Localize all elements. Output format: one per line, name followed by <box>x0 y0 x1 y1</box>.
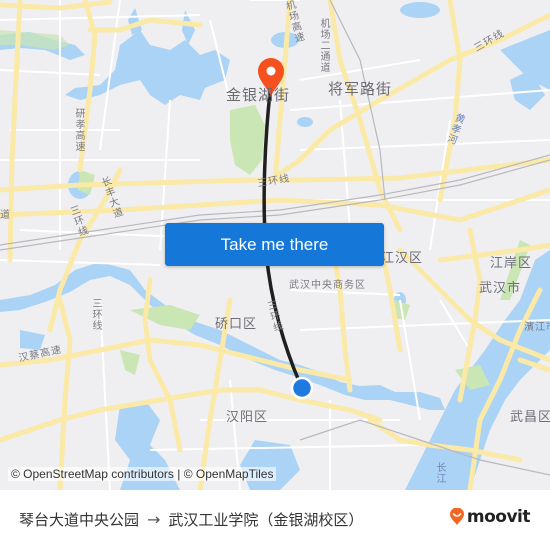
label-yanxiao-gaosu: 研孝高速 <box>73 108 84 152</box>
label-sanhuanxian-sw: 三环线 <box>90 298 101 331</box>
destination-name: 武汉工业学院（金银湖校区） <box>168 511 364 529</box>
moovit-logo[interactable]: moovit <box>449 507 531 527</box>
label-dao: 道 <box>0 210 11 221</box>
footer: 琴台大道中央公园 → 武汉工业学院（金银湖校区） moovit <box>0 490 550 550</box>
label-jichang-ertongdao: 机场二通道 <box>318 18 329 73</box>
take-me-there-button[interactable]: Take me there <box>165 223 384 266</box>
label-jinyinhu-jie: 金银湖街 <box>226 86 291 104</box>
label-wuhan-cbd: 武汉中央商务区 <box>289 280 366 291</box>
route-summary: 琴台大道中央公园 → 武汉工业学院（金银湖校区） <box>19 509 363 530</box>
map-attribution[interactable]: © OpenStreetMap contributors | © OpenMap… <box>8 467 277 481</box>
label-jiangan-qu: 江岸区 <box>490 256 533 271</box>
label-hanyang-qu: 汉阳区 <box>226 410 269 425</box>
origin-name: 琴台大道中央公园 <box>19 511 140 529</box>
label-wuhan-shi: 武汉市 <box>479 281 522 296</box>
label-jiangjunlu-jie: 将军路街 <box>328 80 393 98</box>
label-wuchang-qu: 武昌区 <box>510 410 550 425</box>
label-binjiang: 濱江市 <box>524 322 550 333</box>
label-qiaokou-qu: 硚口区 <box>215 317 258 332</box>
label-jianghan-qu: 江汉区 <box>381 251 424 266</box>
moovit-pin-icon <box>449 508 464 525</box>
moovit-wordmark: moovit <box>466 507 531 527</box>
arrow-right-icon: → <box>147 510 161 529</box>
origin-marker[interactable] <box>290 376 314 400</box>
label-changjiang: 长江 <box>434 462 445 484</box>
